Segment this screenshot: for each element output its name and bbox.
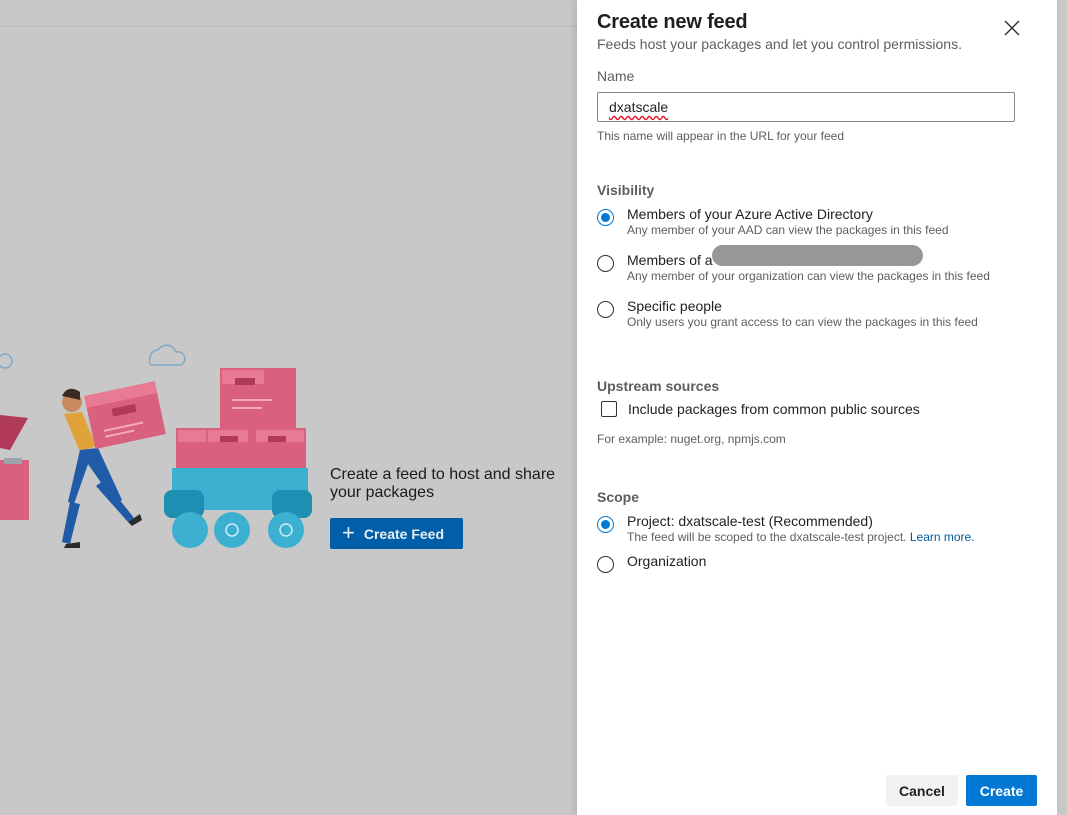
option-title: Project: dxatscale-test (Recommended) [627, 513, 873, 529]
scope-option-project[interactable]: Project: dxatscale-test (Recommended) Th… [597, 513, 975, 545]
name-value: dxatscale [609, 99, 669, 115]
option-title: Specific people [627, 298, 722, 314]
name-label: Name [597, 68, 635, 84]
checkbox[interactable] [601, 401, 617, 417]
header-divider [0, 26, 577, 27]
scope-heading: Scope [597, 489, 640, 505]
visibility-heading: Visibility [597, 182, 655, 198]
option-description: Any member of your organization can view… [627, 269, 990, 283]
create-feed-panel: Create new feed Feeds host your packages… [577, 0, 1057, 815]
cancel-button[interactable]: Cancel [886, 775, 958, 806]
create-button[interactable]: Create [966, 775, 1037, 806]
panel-title: Create new feed [597, 11, 748, 33]
option-description: Only users you grant access to can view … [627, 315, 978, 329]
plus-icon: + [342, 519, 355, 545]
visibility-option-aad[interactable]: Members of your Azure Active Directory A… [597, 206, 949, 238]
option-title: Organization [627, 553, 707, 569]
redacted-text [712, 245, 923, 266]
scope-description: The feed will be scoped to the dxatscale… [627, 530, 907, 544]
name-hint: This name will appear in the URL for you… [597, 129, 845, 143]
upstream-checkbox-row[interactable]: Include packages from common public sour… [601, 401, 920, 417]
empty-state-illustration [0, 344, 312, 548]
option-title: Members of your Azure Active Directory [627, 206, 873, 222]
upstream-example: For example: nuget.org, npmjs.com [597, 432, 786, 446]
name-field[interactable]: dxatscale [597, 92, 1015, 122]
close-icon[interactable] [1001, 17, 1023, 39]
empty-state-text: Create a feed to host and share your pac… [330, 466, 556, 501]
radio-checked[interactable] [597, 209, 614, 226]
scope-option-organization[interactable]: Organization [597, 553, 706, 573]
visibility-option-specific-people[interactable]: Specific people Only users you grant acc… [597, 298, 978, 330]
upstream-heading: Upstream sources [597, 378, 720, 394]
option-description: Any member of your AAD can view the pack… [627, 223, 949, 237]
panel-subtitle: Feeds host your packages and let you con… [597, 36, 962, 52]
checkbox-label: Include packages from common public sour… [628, 401, 920, 417]
learn-more-link[interactable]: Learn more. [910, 530, 975, 544]
radio-unchecked[interactable] [597, 556, 614, 573]
right-gutter [1057, 0, 1067, 815]
radio-unchecked[interactable] [597, 301, 614, 318]
create-feed-button[interactable]: + Create Feed [330, 518, 463, 549]
radio-unchecked[interactable] [597, 255, 614, 272]
radio-checked[interactable] [597, 516, 614, 533]
option-description: The feed will be scoped to the dxatscale… [627, 530, 975, 545]
create-feed-label: Create Feed [363, 525, 445, 542]
